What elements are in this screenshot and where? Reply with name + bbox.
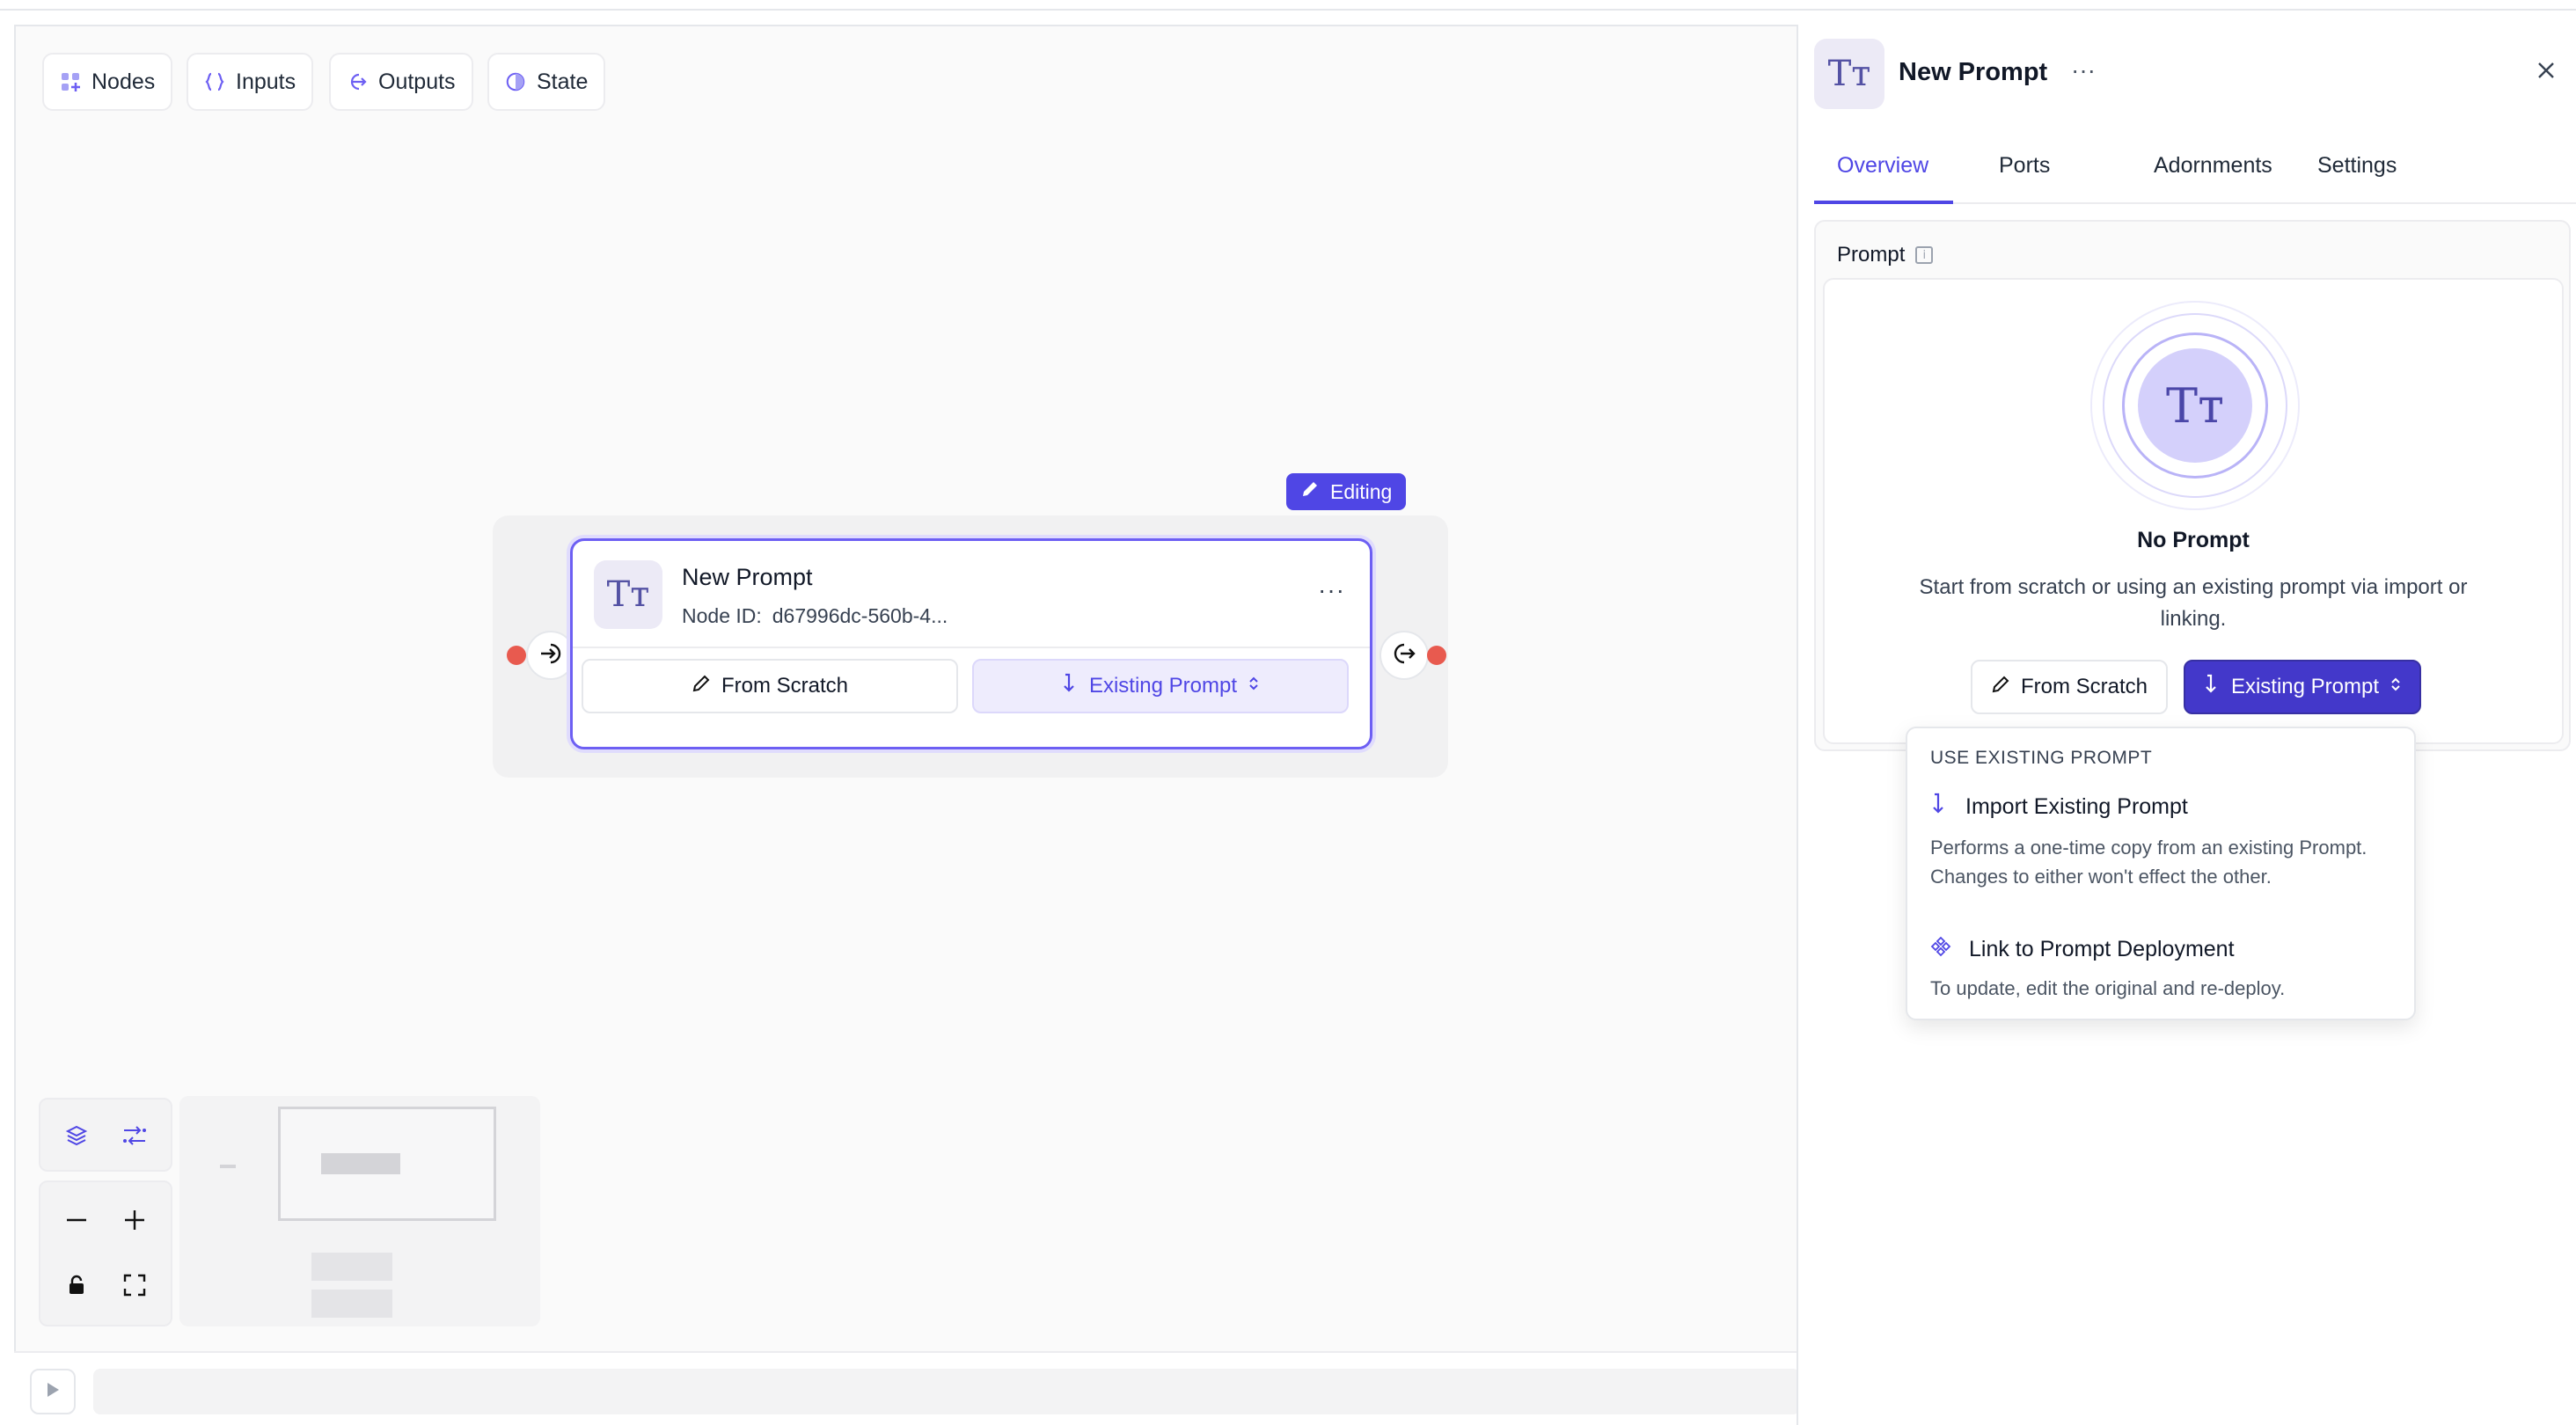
view-controls	[39, 1098, 172, 1172]
minimap-viewport[interactable]	[278, 1107, 496, 1221]
import-option-title: Import Existing Prompt	[1965, 794, 2188, 819]
prompt-node[interactable]: Tт New Prompt Node ID: d67996dc-560b-4...…	[570, 538, 1372, 749]
empty-description: Start from scratch or using an existing …	[1919, 575, 2468, 631]
import-existing-prompt-option[interactable]: Import Existing Prompt Performs a one-ti…	[1930, 792, 2391, 891]
panel-existing-prompt-label: Existing Prompt	[2230, 675, 2380, 698]
node-details-panel: Tт New Prompt ··· Overview Ports Adornme…	[1797, 25, 2576, 1425]
active-tab-indicator	[1814, 201, 1953, 204]
layers-icon[interactable]	[55, 1114, 99, 1158]
pencil-icon	[692, 674, 711, 699]
zoom-out-icon[interactable]	[55, 1198, 99, 1242]
node-id-value: d67996dc-560b-4...	[772, 604, 948, 627]
node-from-scratch-label: From Scratch	[721, 674, 849, 698]
state-label: State	[537, 69, 589, 94]
empty-avatar: Tт	[2138, 348, 2252, 463]
panel-title: New Prompt	[1899, 58, 2048, 86]
editing-badge-label: Editing	[1330, 479, 1393, 503]
panel-from-scratch-label: From Scratch	[2020, 675, 2148, 698]
chevron-updown-icon	[2389, 675, 2402, 699]
arrow-out-icon	[1392, 641, 1416, 670]
nodes-label: Nodes	[91, 69, 156, 94]
outputs-label: Outputs	[378, 69, 456, 94]
minimap-node	[321, 1153, 400, 1174]
state-button[interactable]: State	[487, 53, 606, 111]
link-prompt-deployment-option[interactable]: Link to Prompt Deployment To update, edi…	[1930, 936, 2391, 1003]
import-option-desc: Performs a one-time copy from an existin…	[1930, 837, 2367, 888]
output-port[interactable]	[1379, 631, 1429, 680]
tab-settings[interactable]: Settings	[2317, 153, 2397, 179]
run-bar	[14, 1351, 1800, 1425]
import-arrow-icon	[1061, 673, 1079, 700]
panel-from-scratch-button[interactable]: From Scratch	[1971, 660, 2168, 714]
prompt-label-text: Prompt	[1837, 243, 1906, 267]
tab-adornments[interactable]: Adornments	[2154, 153, 2272, 179]
node-id: Node ID: d67996dc-560b-4...	[682, 604, 948, 628]
close-icon[interactable]	[2528, 53, 2564, 88]
panel-tabs: Overview Ports Adornments Settings	[1814, 128, 2576, 204]
import-arrow-icon	[1930, 792, 1948, 822]
node-existing-prompt-button[interactable]: Existing Prompt	[972, 659, 1349, 713]
nodes-button[interactable]: Nodes	[42, 53, 173, 111]
auto-layout-icon[interactable]	[113, 1114, 157, 1158]
input-port-dot[interactable]	[507, 646, 526, 665]
prompt-label: Prompt i	[1837, 243, 1934, 267]
top-bar	[0, 0, 2576, 11]
panel-avatar: Tт	[1814, 39, 1884, 109]
panel-more-icon[interactable]: ···	[2071, 58, 2096, 83]
prompt-illustration: Tт	[2090, 301, 2300, 510]
import-arrow-icon	[2203, 674, 2221, 701]
existing-prompt-dropdown: USE EXISTING PROMPT Import Existing Prom…	[1906, 727, 2416, 1020]
arrow-in-icon	[538, 641, 563, 670]
tab-ports[interactable]: Ports	[1999, 153, 2050, 179]
panel-existing-prompt-button[interactable]: Existing Prompt	[2184, 660, 2421, 714]
output-port-dot[interactable]	[1427, 646, 1446, 665]
input-port[interactable]	[526, 631, 575, 680]
arrow-right-circle-icon	[347, 71, 368, 92]
link-deployment-icon	[1930, 936, 1951, 963]
state-circle-icon	[505, 71, 526, 92]
empty-title: No Prompt	[2137, 528, 2250, 552]
play-icon	[45, 1381, 61, 1403]
node-title: New Prompt	[682, 564, 813, 590]
tab-overview[interactable]: Overview	[1837, 153, 1928, 179]
node-existing-prompt-label: Existing Prompt	[1088, 674, 1238, 698]
minimap[interactable]	[179, 1096, 540, 1326]
info-icon[interactable]: i	[1915, 246, 1934, 264]
node-header: Tт New Prompt Node ID: d67996dc-560b-4...…	[573, 541, 1370, 648]
node-from-scratch-button[interactable]: From Scratch	[582, 659, 958, 713]
zoom-controls	[39, 1180, 172, 1326]
editing-badge: Editing	[1286, 473, 1407, 510]
lock-icon[interactable]	[55, 1263, 99, 1307]
node-avatar: Tт	[594, 560, 662, 629]
inputs-button[interactable]: Inputs	[187, 53, 314, 111]
prompt-empty-state: Tт No Prompt Start from scratch or using…	[1823, 278, 2564, 744]
minimap-block	[311, 1290, 392, 1318]
minimap-block	[311, 1253, 392, 1281]
inputs-label: Inputs	[236, 69, 296, 94]
braces-icon	[204, 71, 225, 92]
outputs-button[interactable]: Outputs	[329, 53, 473, 111]
more-options-icon[interactable]: ···	[1318, 578, 1345, 603]
grid-plus-icon	[60, 71, 81, 92]
pencil-icon	[1300, 479, 1320, 504]
zoom-in-icon[interactable]	[113, 1198, 157, 1242]
run-button[interactable]	[30, 1369, 76, 1414]
run-input[interactable]	[93, 1369, 1800, 1414]
dropdown-heading: USE EXISTING PROMPT	[1930, 748, 2153, 768]
prompt-section: Prompt i Tт No Prompt Start from scratch…	[1814, 220, 2571, 751]
pencil-icon	[1991, 675, 2010, 700]
chevron-updown-icon	[1248, 674, 1260, 698]
node-id-label: Node ID:	[682, 604, 762, 627]
link-option-title: Link to Prompt Deployment	[1969, 937, 2235, 961]
minimap-marker	[220, 1165, 236, 1168]
fit-view-icon[interactable]	[113, 1263, 157, 1307]
link-option-desc: To update, edit the original and re-depl…	[1930, 977, 2286, 999]
